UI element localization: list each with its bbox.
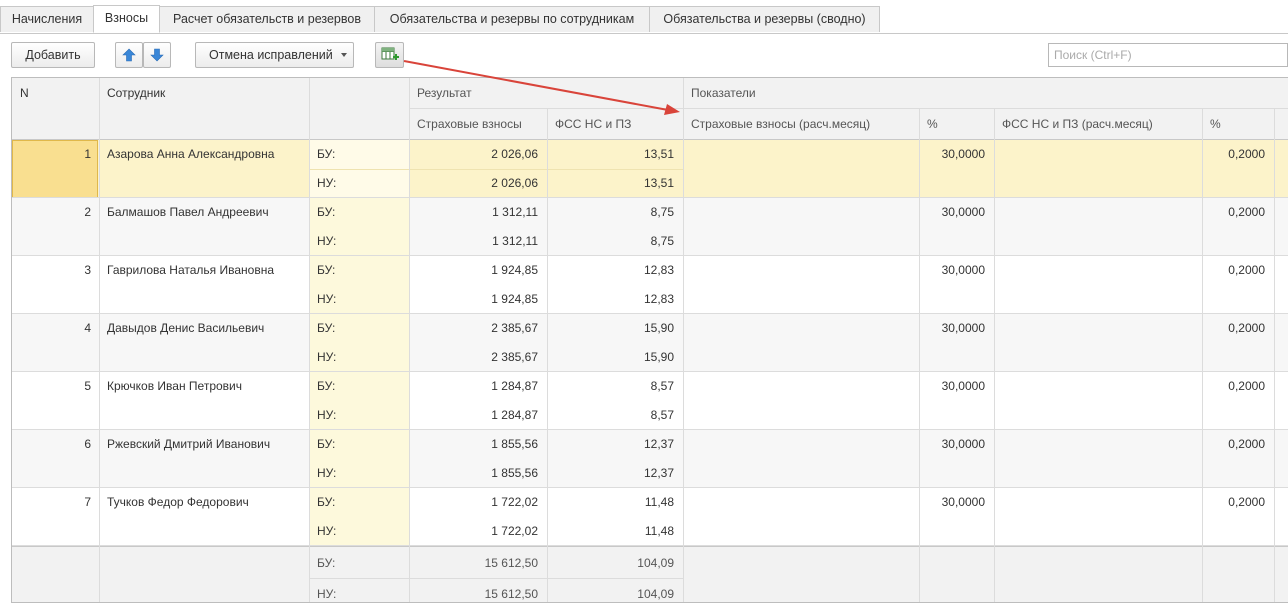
annotation-arrow	[403, 60, 680, 115]
